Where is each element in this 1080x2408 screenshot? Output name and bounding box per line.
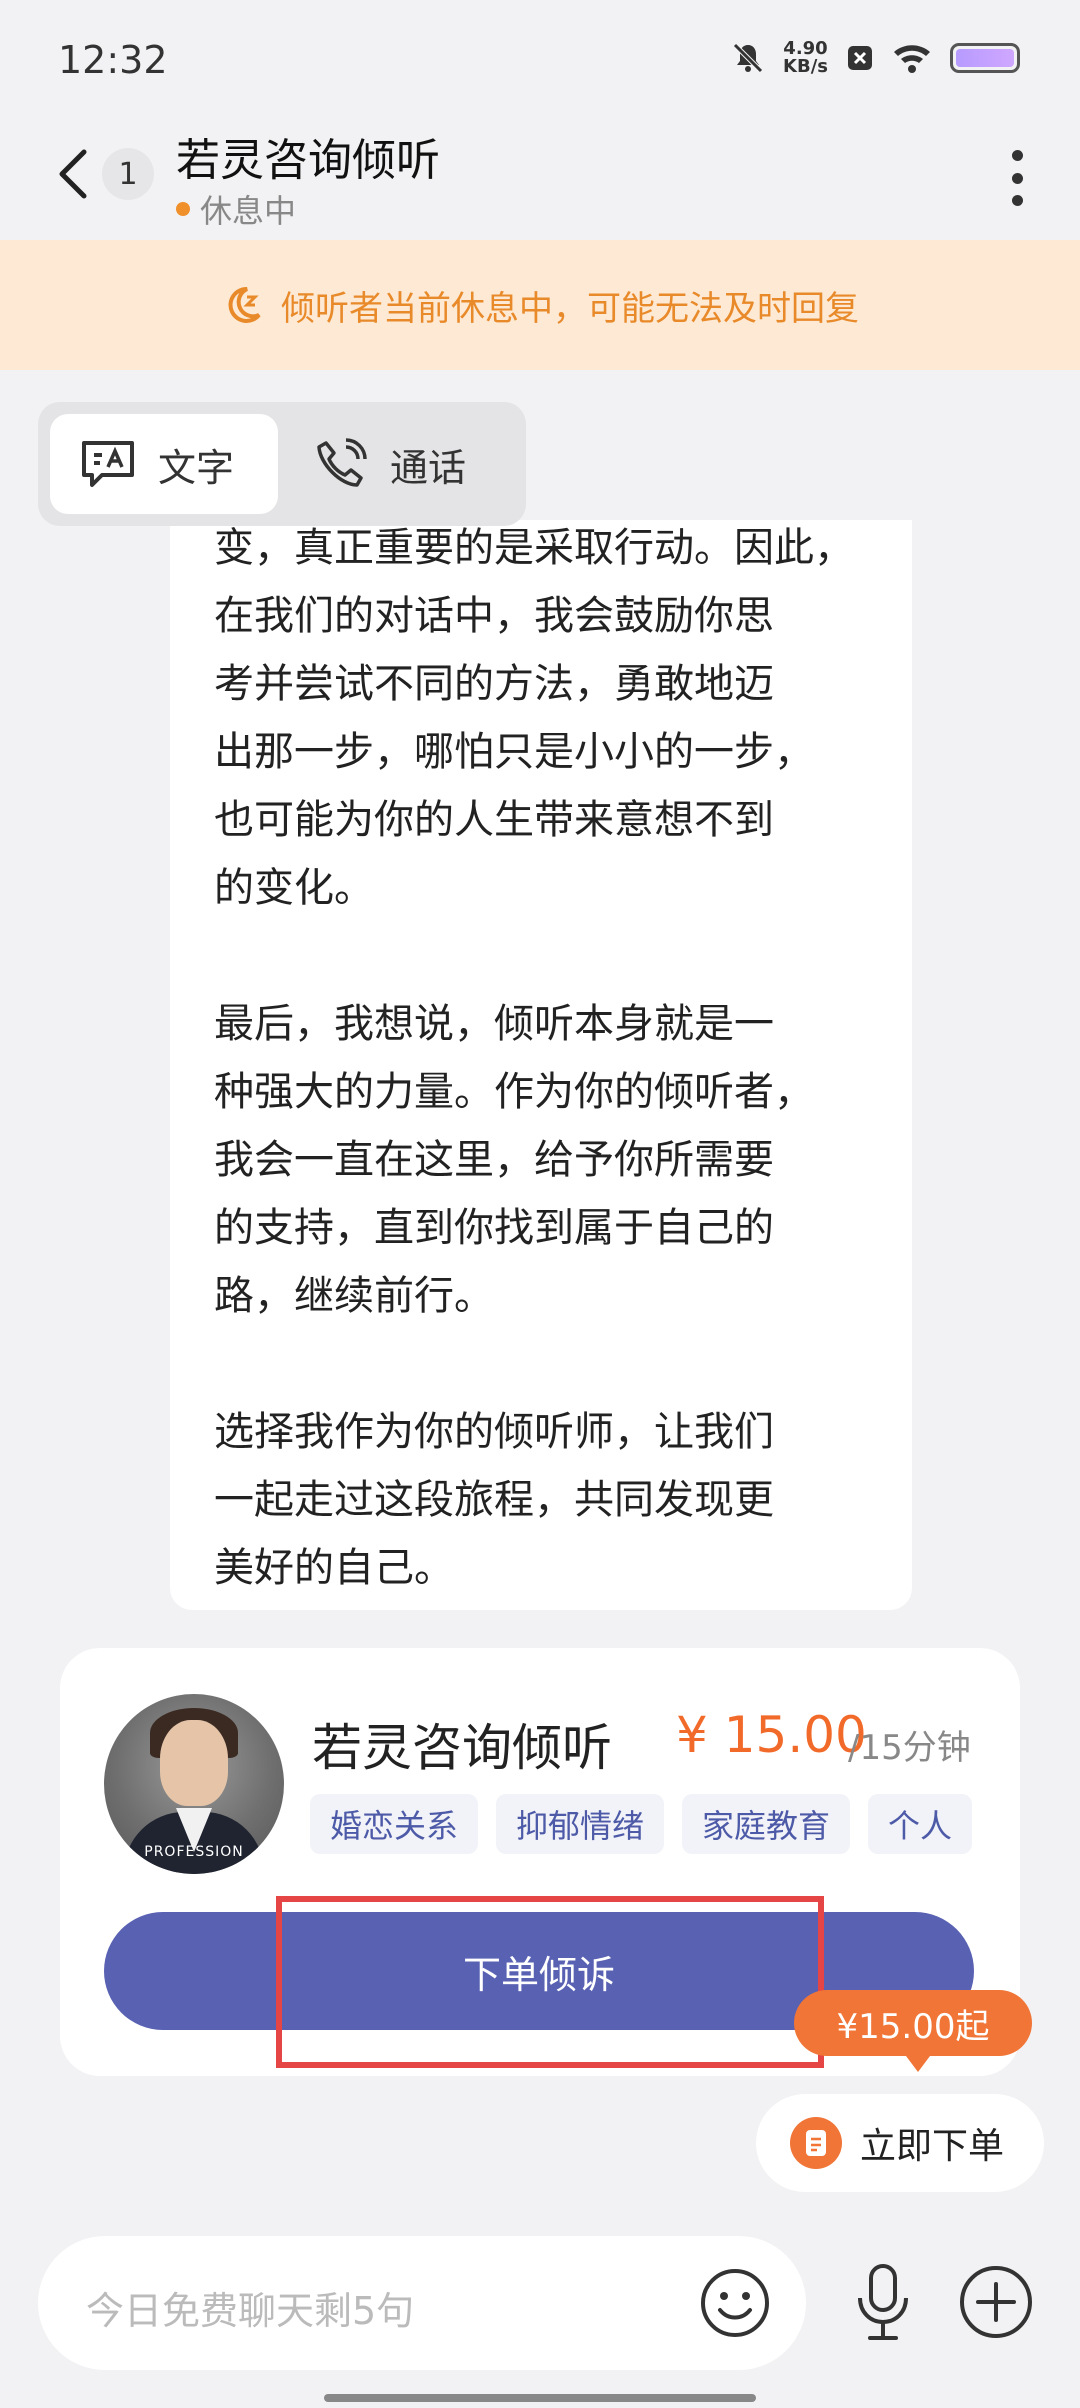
tag-item: 家庭教育 bbox=[682, 1794, 851, 1854]
wifi-icon bbox=[894, 45, 930, 73]
notice-text: 倾听者当前休息中，可能无法及时回复 bbox=[281, 288, 859, 329]
order-now-label: 立即下单 bbox=[860, 2126, 1005, 2167]
tab-text[interactable]: 文字 bbox=[50, 414, 278, 514]
unread-count-badge: 1 bbox=[102, 148, 154, 200]
tab-call-label: 通话 bbox=[390, 445, 467, 490]
message-input[interactable]: 今日免费聊天剩5句 bbox=[38, 2236, 806, 2370]
price-unit: /15分钟 bbox=[848, 1728, 971, 1768]
listener-price: ¥ 15.00 bbox=[676, 1706, 867, 1764]
chat-mode-switch: 文字 通话 bbox=[38, 402, 526, 526]
tab-call[interactable]: 通话 bbox=[284, 414, 514, 514]
status-time: 12:32 bbox=[58, 38, 168, 82]
microphone-icon[interactable] bbox=[848, 2262, 918, 2342]
avatar-caption: PROFESSION bbox=[144, 1844, 244, 1860]
status-text: 休息中 bbox=[200, 192, 297, 230]
text-chat-icon bbox=[82, 441, 134, 487]
moon-icon bbox=[228, 286, 261, 323]
mute-bell-icon bbox=[733, 43, 763, 73]
plus-circle-icon[interactable] bbox=[958, 2264, 1034, 2340]
order-now-button[interactable]: 立即下单 bbox=[756, 2094, 1044, 2192]
back-button[interactable] bbox=[54, 146, 94, 202]
input-placeholder: 今日免费聊天剩5句 bbox=[86, 2289, 415, 2333]
message-text: 变，真正重要的是采取行动。因此， 在我们的对话中，我会鼓励你思 考并尝试不同的方… bbox=[214, 525, 854, 1591]
message-bubble: 变，真正重要的是采取行动。因此， 在我们的对话中，我会鼓励你思 考并尝试不同的方… bbox=[170, 520, 912, 1610]
tag-item: 抑郁情绪 bbox=[496, 1794, 665, 1854]
more-vertical-icon[interactable] bbox=[1010, 150, 1024, 206]
tag-list: 婚恋关系 抑郁情绪 家庭教育 个人 bbox=[310, 1794, 1030, 1864]
tab-text-label: 文字 bbox=[158, 445, 235, 490]
document-icon bbox=[790, 2117, 842, 2169]
highlight-box bbox=[276, 1896, 824, 2068]
listener-name: 若灵咨询倾听 bbox=[312, 1719, 612, 1777]
emoji-icon[interactable] bbox=[698, 2266, 772, 2340]
status-dot bbox=[176, 202, 190, 216]
status-icons: 4.90 KB/s bbox=[731, 40, 1020, 76]
page-title: 若灵咨询倾听 bbox=[176, 135, 440, 186]
notification-x-icon bbox=[848, 46, 872, 70]
listener-status: 休息中 bbox=[176, 186, 296, 232]
tag-item: 婚恋关系 bbox=[310, 1794, 479, 1854]
home-indicator[interactable] bbox=[324, 2394, 756, 2402]
rest-notice-banner: 倾听者当前休息中，可能无法及时回复 bbox=[0, 240, 1080, 370]
phone-icon bbox=[317, 438, 367, 487]
status-bar: 12:32 4.90 KB/s bbox=[0, 0, 1080, 120]
price-pill: ¥15.00起 bbox=[794, 1990, 1032, 2072]
tag-item: 个人 bbox=[868, 1794, 973, 1854]
battery-icon bbox=[950, 43, 1020, 73]
net-speed: 4.90 KB/s bbox=[783, 38, 828, 77]
avatar[interactable]: PROFESSION bbox=[104, 1694, 284, 1874]
